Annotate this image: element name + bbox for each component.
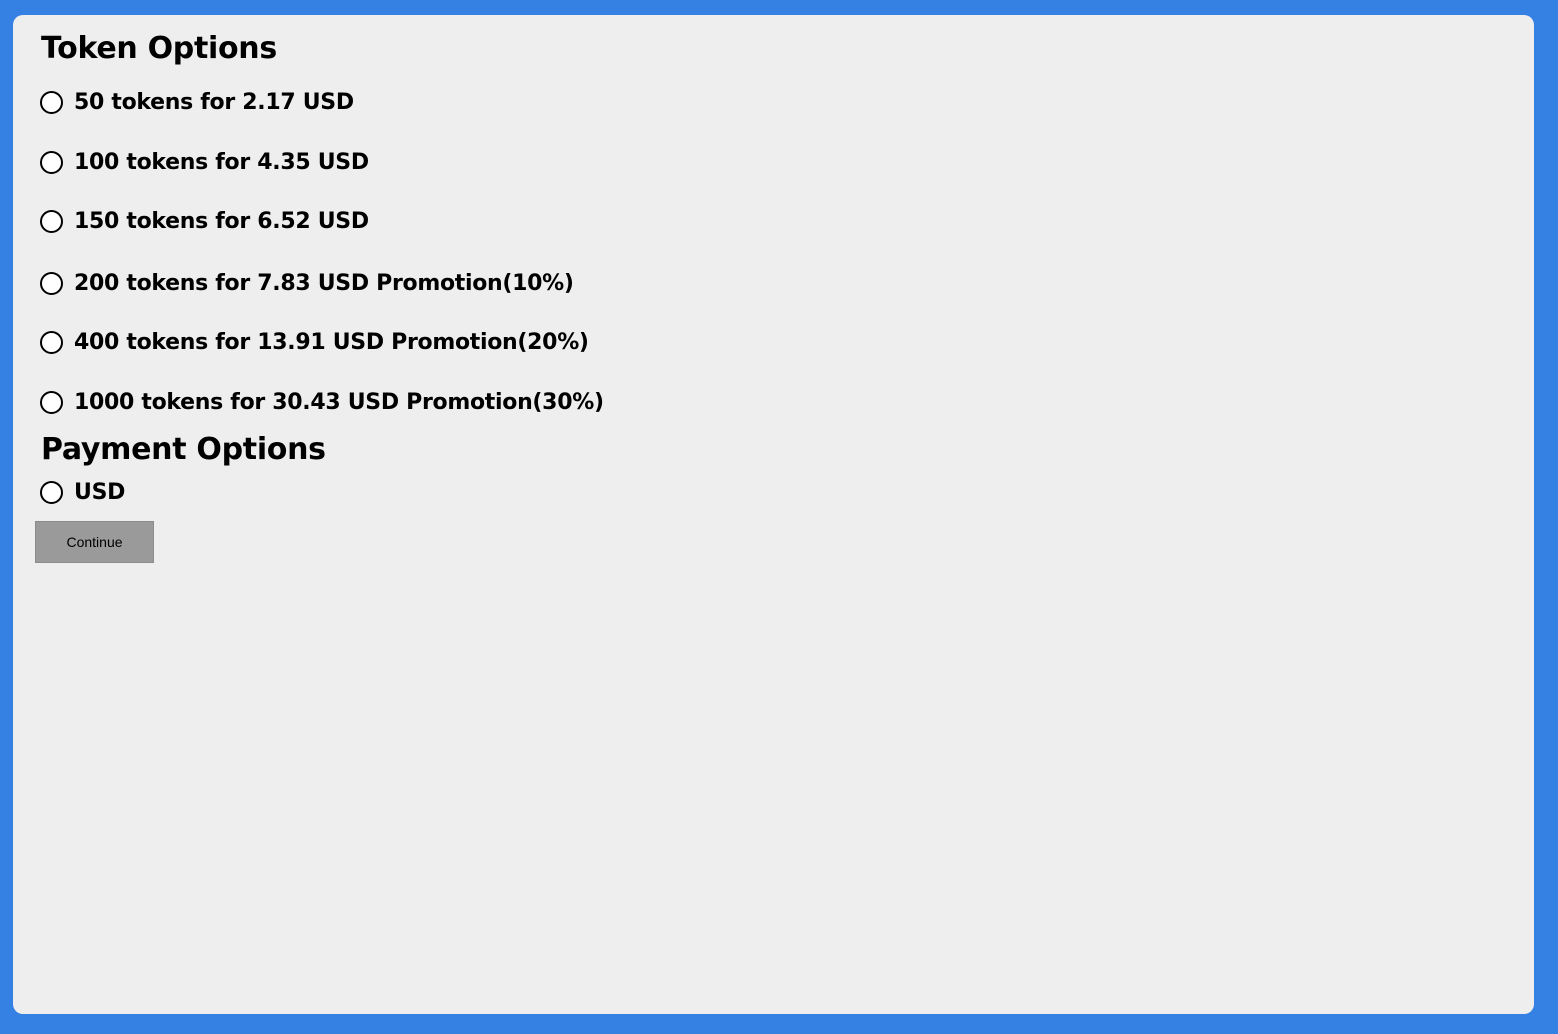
token-option-1000[interactable]: 1000 tokens for 30.43 USD Promotion(30%) bbox=[40, 390, 604, 415]
radio-button[interactable] bbox=[40, 391, 63, 414]
token-option-50[interactable]: 50 tokens for 2.17 USD bbox=[40, 90, 354, 115]
radio-button[interactable] bbox=[40, 331, 63, 354]
token-purchase-panel: Token Options 50 tokens for 2.17 USD 100… bbox=[13, 15, 1534, 1014]
radio-button[interactable] bbox=[40, 210, 63, 233]
token-option-label: 400 tokens for 13.91 USD Promotion(20%) bbox=[74, 330, 589, 355]
payment-options-heading: Payment Options bbox=[41, 432, 326, 467]
token-option-label: 50 tokens for 2.17 USD bbox=[74, 90, 354, 115]
radio-button[interactable] bbox=[40, 151, 63, 174]
token-option-label: 100 tokens for 4.35 USD bbox=[74, 150, 369, 175]
token-option-200[interactable]: 200 tokens for 7.83 USD Promotion(10%) bbox=[40, 271, 574, 296]
radio-button[interactable] bbox=[40, 91, 63, 114]
token-option-label: 1000 tokens for 30.43 USD Promotion(30%) bbox=[74, 390, 604, 415]
token-option-label: 200 tokens for 7.83 USD Promotion(10%) bbox=[74, 271, 574, 296]
token-option-label: 150 tokens for 6.52 USD bbox=[74, 209, 369, 234]
radio-button[interactable] bbox=[40, 481, 63, 504]
payment-option-usd[interactable]: USD bbox=[40, 480, 125, 505]
token-option-150[interactable]: 150 tokens for 6.52 USD bbox=[40, 209, 369, 234]
token-option-100[interactable]: 100 tokens for 4.35 USD bbox=[40, 150, 369, 175]
token-options-heading: Token Options bbox=[41, 31, 277, 66]
payment-option-label: USD bbox=[74, 480, 126, 505]
token-option-400[interactable]: 400 tokens for 13.91 USD Promotion(20%) bbox=[40, 330, 589, 355]
radio-button[interactable] bbox=[40, 272, 63, 295]
continue-button[interactable]: Continue bbox=[35, 521, 154, 563]
